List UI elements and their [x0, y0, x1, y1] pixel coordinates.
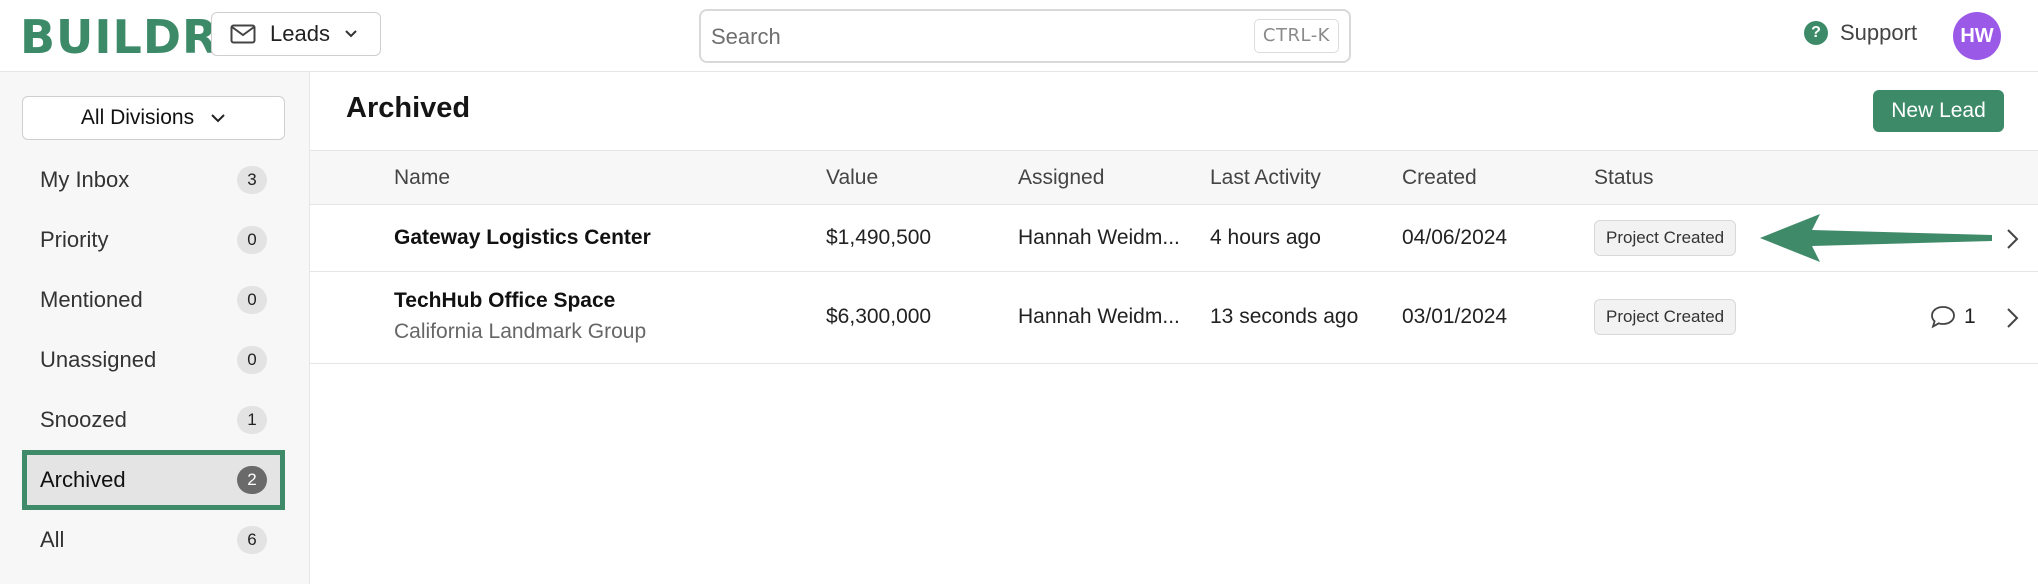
status-badge: Project Created: [1594, 220, 1737, 256]
search-shortcut-hint: CTRL-K: [1253, 19, 1339, 53]
lead-assigned: Hannah Weidm...: [1018, 305, 1180, 328]
sidebar-item-label: Snoozed: [40, 407, 127, 432]
chevron-down-icon: [345, 30, 357, 38]
sidebar-item-count: 0: [237, 346, 267, 374]
lead-last-activity: 4 hours ago: [1210, 226, 1321, 249]
annotation-arrow: [1760, 214, 1992, 262]
top-bar: BUILDR Leads Search CTRL-K ? Support HW: [0, 0, 2038, 72]
column-header-created[interactable]: Created: [1402, 166, 1477, 190]
help-circle-icon: ?: [1804, 21, 1828, 45]
module-switcher[interactable]: Leads: [211, 12, 381, 56]
division-select-label: All Divisions: [80, 106, 195, 129]
sidebar-item-count: 2: [237, 466, 267, 494]
table-row[interactable]: TechHub Office Space California Landmark…: [310, 272, 2038, 364]
sidebar-item-label: Archived: [40, 467, 126, 492]
lead-last-activity: 13 seconds ago: [1210, 305, 1359, 328]
brand-logo[interactable]: BUILDR: [20, 10, 218, 64]
lead-company: California Landmark Group: [394, 320, 647, 343]
sidebar-item-archived[interactable]: Archived 2: [22, 450, 285, 510]
search-input[interactable]: Search CTRL-K: [699, 9, 1351, 63]
column-header-value[interactable]: Value: [826, 166, 878, 190]
chevron-right-icon[interactable]: [2002, 227, 2022, 251]
division-select[interactable]: All Divisions: [22, 96, 285, 140]
column-header-name[interactable]: Name: [394, 166, 450, 190]
lead-assigned: Hannah Weidm...: [1018, 226, 1180, 249]
column-header-last-activity[interactable]: Last Activity: [1210, 166, 1321, 190]
sidebar-item-count: 1: [237, 406, 267, 434]
search-placeholder: Search: [711, 24, 781, 49]
comment-icon: [1931, 306, 1955, 329]
sidebar-item-count: 6: [237, 526, 267, 554]
lead-created: 03/01/2024: [1402, 305, 1508, 328]
sidebar-item-label: All: [40, 527, 65, 552]
sidebar-item-label: Unassigned: [40, 347, 157, 372]
chevron-right-icon[interactable]: [2002, 306, 2022, 330]
table-header: Name Value Assigned Last Activity Create…: [310, 150, 2038, 205]
sidebar-item-label: Priority: [40, 227, 109, 252]
sidebar-item-count: 0: [237, 286, 267, 314]
sidebar-item-snoozed[interactable]: Snoozed 1: [22, 394, 285, 446]
comment-count[interactable]: 1: [1930, 305, 1976, 329]
column-header-assigned[interactable]: Assigned: [1018, 166, 1104, 190]
sidebar: All Divisions My Inbox 3 Priority 0 Ment…: [0, 72, 310, 584]
chevron-down-icon: [211, 114, 225, 123]
mail-icon: [230, 24, 256, 44]
lead-value: $1,490,500: [826, 226, 932, 249]
sidebar-item-count: 3: [237, 166, 267, 194]
lead-name[interactable]: TechHub Office Space: [394, 289, 615, 313]
sidebar-item-label: My Inbox: [40, 167, 130, 192]
support-link[interactable]: ? Support: [1804, 20, 1917, 46]
lead-value: $6,300,000: [826, 305, 932, 328]
module-label: Leads: [270, 21, 330, 46]
sidebar-item-count: 0: [237, 226, 267, 254]
sidebar-item-label: Mentioned: [40, 287, 143, 312]
page-title: Archived: [346, 92, 471, 124]
support-label: Support: [1840, 20, 1918, 45]
lead-created: 04/06/2024: [1402, 226, 1508, 249]
comment-count-value: 1: [1964, 305, 1976, 328]
new-lead-button[interactable]: New Lead: [1873, 90, 2004, 132]
sidebar-item-all[interactable]: All 6: [22, 514, 285, 566]
sidebar-item-priority[interactable]: Priority 0: [22, 214, 285, 266]
column-header-status[interactable]: Status: [1594, 166, 1654, 190]
sidebar-item-unassigned[interactable]: Unassigned 0: [22, 334, 285, 386]
sidebar-item-mentioned[interactable]: Mentioned 0: [22, 274, 285, 326]
sidebar-item-my-inbox[interactable]: My Inbox 3: [22, 154, 285, 206]
status-badge: Project Created: [1594, 299, 1737, 335]
lead-name[interactable]: Gateway Logistics Center: [394, 226, 651, 250]
user-avatar[interactable]: HW: [1953, 12, 2001, 60]
